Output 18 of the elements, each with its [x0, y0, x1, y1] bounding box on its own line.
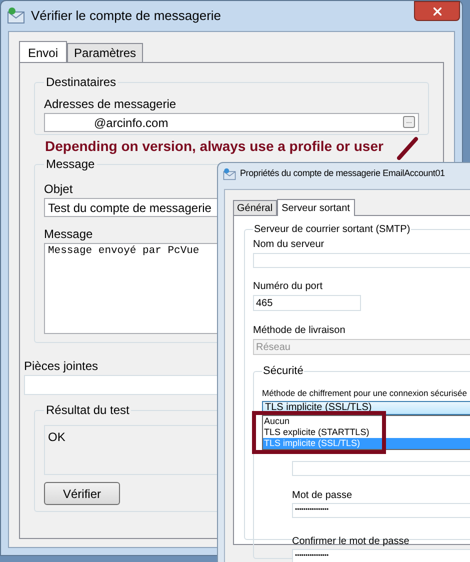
group-title: Serveur de courrier sortant (SMTP) — [254, 224, 410, 235]
field-label: Méthode de chiffrement pour une connexion sécurisée — [262, 388, 467, 398]
field-label: Numéro du port — [253, 281, 322, 292]
field-label: Mot de passe — [292, 490, 352, 500]
field-label: Adresses de messagerie — [44, 97, 176, 111]
annotation: Depending on version, always use a profile or user — [45, 136, 384, 156]
field-label: Nom du serveur — [253, 239, 324, 250]
field-label: Message — [44, 227, 93, 241]
group-title: Sécurité — [263, 365, 304, 377]
group-title: Message — [46, 157, 95, 171]
group-title: Destinataires — [46, 75, 116, 89]
group-title: Résultat du test — [46, 403, 130, 417]
window-title: Propriétés du compte de messagerie EmailAccount01 — [240, 167, 445, 180]
field-label: Confirmer le mot de passe — [292, 536, 410, 546]
field-label: Objet — [44, 182, 73, 196]
window-title: Vérifier le compte de messagerie — [31, 7, 222, 26]
field-label: Méthode de livraison — [253, 325, 346, 336]
field-label: Pièces jointes — [24, 359, 98, 373]
